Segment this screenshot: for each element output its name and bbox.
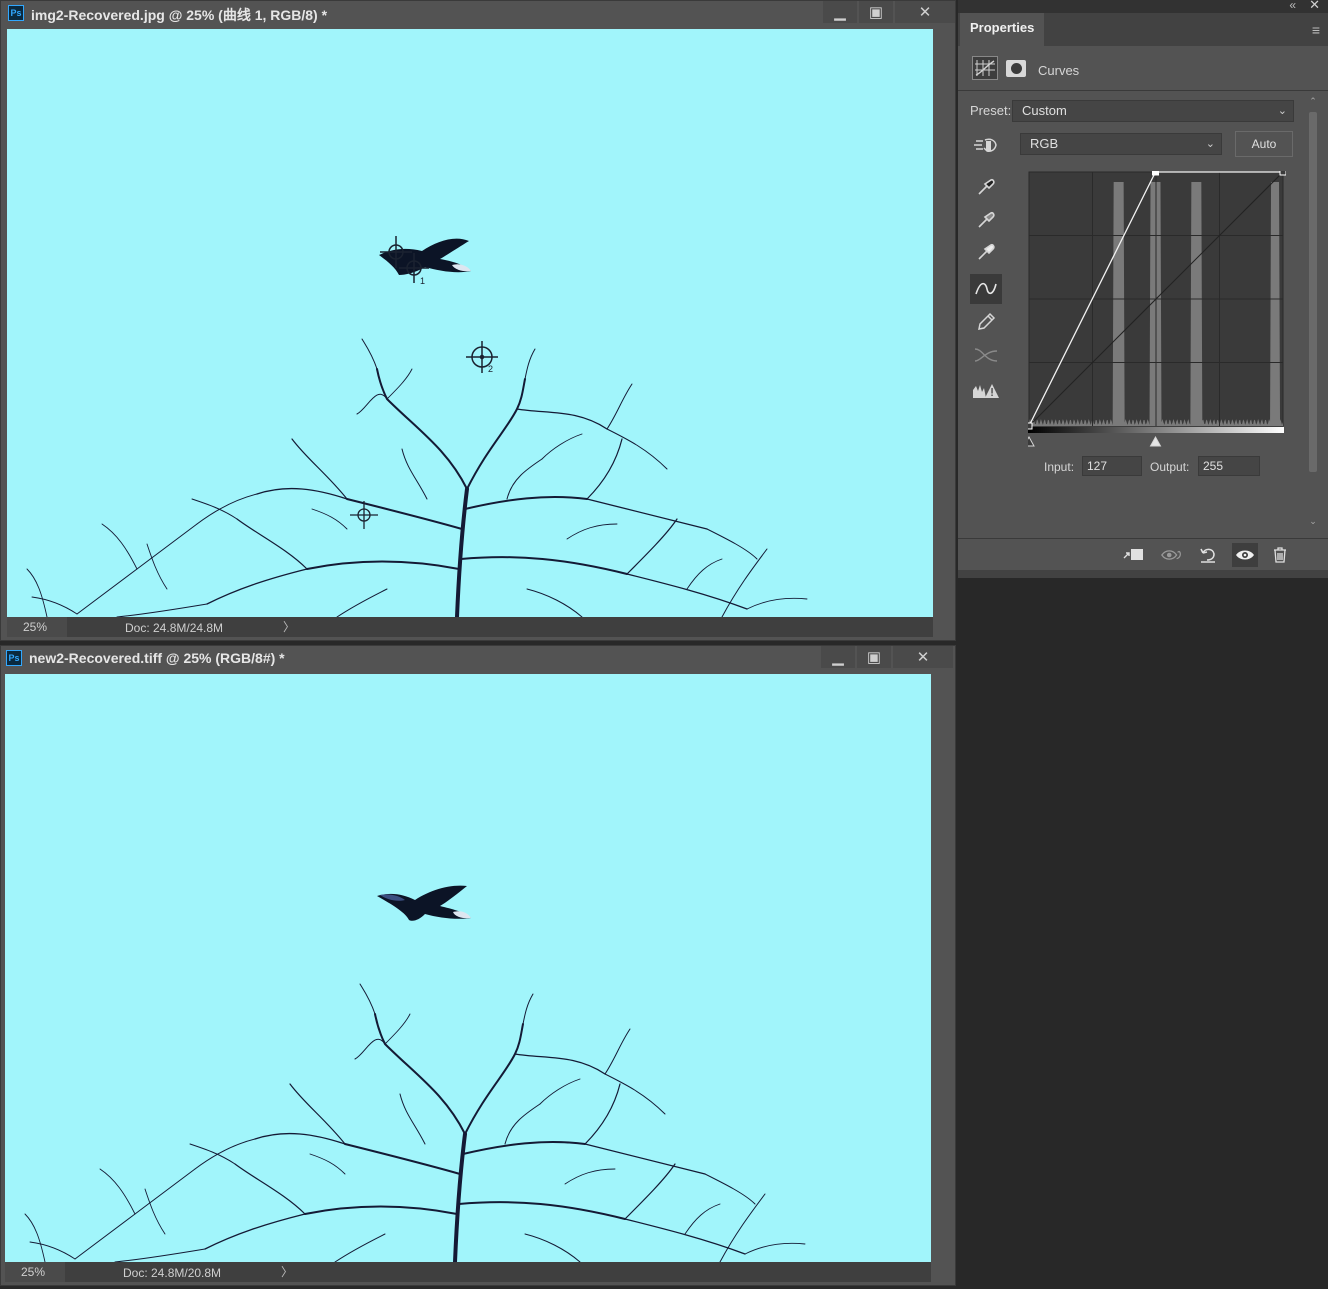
input-gradient-bar — [1028, 427, 1284, 433]
vertical-scrollbar[interactable] — [935, 29, 953, 617]
panel-scrollbar[interactable]: ⌃ ⌄ — [1307, 96, 1319, 526]
scroll-down-icon[interactable]: ⌄ — [1307, 516, 1319, 527]
status-menu-arrow[interactable]: 〉 — [281, 1262, 293, 1282]
tab-properties[interactable]: Properties — [960, 13, 1044, 46]
output-field[interactable]: 255 — [1198, 456, 1260, 476]
black-point-slider — [1028, 435, 1035, 447]
chevron-down-icon: ⌄ — [1277, 105, 1287, 117]
curve-point — [1028, 422, 1033, 430]
output-label: Output: — [1150, 460, 1190, 474]
panel-bottom-bar — [958, 540, 1328, 570]
preset-label: Preset: — [970, 103, 1012, 118]
document-canvas[interactable] — [5, 674, 931, 1262]
curve-points-icon — [975, 282, 997, 295]
curve-points-tool[interactable] — [970, 274, 1002, 304]
scroll-up-icon[interactable]: ⌃ — [1307, 96, 1319, 107]
scroll-thumb[interactable] — [1309, 112, 1317, 472]
clip-to-layer-icon — [1123, 549, 1143, 560]
clipping-warning-tool[interactable] — [970, 376, 1002, 406]
close-button[interactable]: ✕ — [895, 1, 955, 23]
clip-to-layer-button[interactable] — [1122, 544, 1146, 566]
white-point-slider — [1149, 435, 1162, 447]
document-window-1: Ps img2-Recovered.jpg @ 25% (曲线 1, RGB/8… — [0, 0, 956, 641]
doc-size-readout: Doc: 24.8M/20.8M — [123, 1266, 222, 1280]
view-previous-icon — [1161, 550, 1181, 560]
view-previous-button[interactable] — [1160, 544, 1184, 566]
panel-menu-icon[interactable]: ≡ — [1312, 22, 1320, 38]
visibility-icon — [1236, 550, 1254, 560]
document-title: new2-Recovered.tiff @ 25% (RGB/8#) * — [29, 650, 285, 666]
document-window-2: Ps new2-Recovered.tiff @ 25% (RGB/8#) * … — [0, 645, 956, 1286]
close-button[interactable]: ✕ — [893, 646, 953, 668]
pencil-tool[interactable] — [970, 307, 1002, 337]
smooth-tool[interactable] — [970, 340, 1002, 370]
sampler-label-2: 2 — [488, 364, 493, 374]
auto-button[interactable]: Auto — [1235, 131, 1293, 157]
on-image-adjust-tool[interactable] — [970, 130, 1002, 160]
layer-mask-icon[interactable] — [1006, 60, 1026, 77]
eyedropper-black-icon — [978, 179, 995, 195]
sky-photo: 1 2 — [7, 29, 933, 617]
status-bar: 25% Doc: 24.8M/20.8M 〉 — [5, 1262, 931, 1282]
reset-icon — [1200, 548, 1215, 563]
minimize-button[interactable]: ▁ — [823, 1, 857, 23]
input-label: Input: — [1044, 460, 1075, 474]
sky-photo — [5, 674, 931, 1262]
input-field[interactable]: 127 — [1082, 456, 1142, 476]
panel-topbar: « ✕ — [958, 0, 1328, 13]
on-image-adjust-icon — [974, 138, 997, 152]
panel-tab-row: Properties ≡ — [958, 13, 1328, 46]
minimize-button[interactable]: ▁ — [821, 646, 855, 668]
collapse-panel-icon[interactable]: « — [1289, 0, 1296, 12]
curves-graph[interactable] — [1028, 171, 1286, 447]
reset-button[interactable] — [1196, 544, 1220, 566]
status-menu-arrow[interactable]: 〉 — [283, 617, 295, 637]
channel-value: RGB — [1030, 136, 1059, 151]
pencil-icon — [978, 312, 996, 330]
eyedropper-gray-tool[interactable] — [970, 205, 1002, 235]
curve-point — [1279, 171, 1286, 176]
zoom-field[interactable]: 25% — [5, 1262, 65, 1282]
maximize-button[interactable]: ▣ — [857, 646, 891, 668]
panel-close-icon[interactable]: ✕ — [1309, 0, 1320, 13]
document-canvas[interactable]: 1 2 — [7, 29, 933, 617]
divider — [958, 538, 1328, 539]
document-titlebar[interactable]: Ps img2-Recovered.jpg @ 25% (曲线 1, RGB/8… — [1, 1, 955, 27]
eyedropper-white-icon — [978, 244, 995, 260]
delete-icon — [1274, 547, 1286, 563]
curve-point — [1152, 171, 1160, 176]
clipping-warning-icon — [973, 384, 999, 398]
doc-size-readout: Doc: 24.8M/24.8M — [125, 621, 224, 635]
smooth-icon — [974, 348, 998, 362]
divider — [958, 90, 1328, 91]
photoshop-icon: Ps — [6, 650, 22, 666]
document-titlebar[interactable]: Ps new2-Recovered.tiff @ 25% (RGB/8#) * … — [1, 646, 955, 672]
eyedropper-black-tool[interactable] — [970, 172, 1002, 202]
adjustment-name: Curves — [1038, 63, 1080, 78]
curves-adjustment-icon[interactable] — [972, 56, 998, 80]
zoom-field[interactable]: 25% — [7, 617, 67, 637]
status-bar: 25% Doc: 24.8M/24.8M 〉 — [7, 617, 933, 637]
adjustment-header: Curves — [958, 46, 1328, 90]
document-title: img2-Recovered.jpg @ 25% (曲线 1, RGB/8) * — [31, 7, 328, 23]
panel-resize-grip[interactable] — [958, 570, 1328, 578]
sampler-label-1: 1 — [420, 276, 425, 286]
channel-dropdown[interactable]: RGB ⌄ — [1020, 133, 1222, 155]
preset-value: Custom — [1022, 103, 1067, 118]
eyedropper-white-tool[interactable] — [970, 237, 1002, 267]
delete-button[interactable] — [1268, 544, 1292, 566]
maximize-button[interactable]: ▣ — [859, 1, 893, 23]
vertical-scrollbar[interactable] — [935, 674, 953, 1262]
eyedropper-gray-icon — [978, 212, 995, 228]
chevron-down-icon: ⌄ — [1205, 138, 1215, 150]
preset-dropdown[interactable]: Custom ⌄ — [1012, 100, 1294, 122]
photoshop-icon: Ps — [8, 5, 24, 21]
visibility-toggle[interactable] — [1232, 543, 1258, 567]
